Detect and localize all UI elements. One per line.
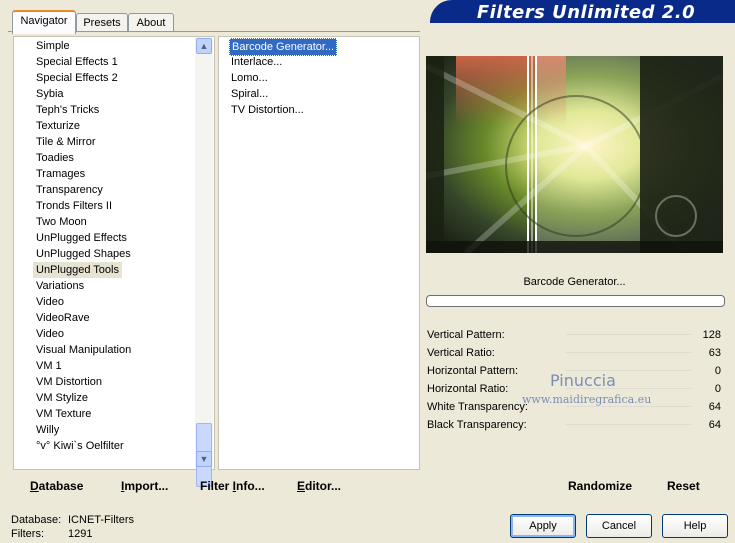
category-item[interactable]: VM 1 <box>36 358 62 374</box>
reset-button[interactable]: Reset <box>667 479 700 493</box>
cancel-button[interactable]: Cancel <box>586 514 652 538</box>
category-item[interactable]: Simple <box>36 38 70 54</box>
param-slider[interactable] <box>566 352 691 353</box>
category-item[interactable]: °v° Kiwi`s Oelfilter <box>36 438 124 454</box>
watermark-url: www.maidiregrafica.eu <box>522 393 652 406</box>
param-slider[interactable] <box>566 424 691 425</box>
filters-count: 1291 <box>68 528 93 540</box>
category-item[interactable]: Special Effects 1 <box>36 54 118 70</box>
category-item[interactable]: VM Distortion <box>36 374 102 390</box>
param-row[interactable]: Vertical Ratio: 63 <box>426 344 723 362</box>
app-title: Filters Unlimited 2.0 <box>476 2 696 23</box>
category-item[interactable]: VM Texture <box>36 406 91 422</box>
filter-item[interactable]: Spiral... <box>231 86 268 102</box>
param-label: White Transparency: <box>427 401 528 413</box>
tab-about[interactable]: About <box>128 13 174 32</box>
category-item[interactable]: Sybia <box>36 86 64 102</box>
editor-button[interactable]: Editor... <box>297 479 341 493</box>
param-slider[interactable] <box>566 406 691 407</box>
filter-name: Barcode Generator... <box>523 276 626 288</box>
category-item[interactable]: Video <box>36 326 64 342</box>
param-label: Vertical Pattern: <box>427 329 505 341</box>
category-list[interactable]: Simple Special Effects 1 Special Effects 2… <box>13 36 215 470</box>
filters-label: Filters: <box>11 528 44 540</box>
filter-list[interactable]: Barcode Generator... Interlace... Lomo... S… <box>218 36 420 470</box>
category-item[interactable]: Willy <box>36 422 59 438</box>
param-label: Horizontal Pattern: <box>427 365 519 377</box>
category-item[interactable]: Transparency <box>36 182 103 198</box>
watermark-name: Pinuccia <box>550 371 616 390</box>
param-value: 64 <box>708 401 721 413</box>
category-item[interactable]: Teph's Tricks <box>36 102 99 118</box>
scroll-down-icon[interactable]: ▼ <box>196 451 212 467</box>
category-item[interactable]: VideoRave <box>36 310 90 326</box>
import-button[interactable]: Import... <box>121 479 168 493</box>
category-item[interactable]: Tronds Filters II <box>36 198 112 214</box>
param-value: 128 <box>702 329 721 341</box>
category-item[interactable]: UnPlugged Tools <box>33 262 122 278</box>
param-value: 0 <box>714 365 721 377</box>
category-item[interactable]: Texturize <box>36 118 80 134</box>
category-item[interactable]: Tramages <box>36 166 85 182</box>
category-item[interactable]: Toadies <box>36 150 74 166</box>
database-button[interactable]: Database <box>30 479 83 493</box>
category-item[interactable]: UnPlugged Shapes <box>36 246 131 262</box>
apply-button[interactable]: Apply <box>510 514 576 538</box>
param-value: 0 <box>714 383 721 395</box>
param-value: 63 <box>708 347 721 359</box>
filter-info-button[interactable]: Filter Info... <box>200 479 265 493</box>
param-label: Vertical Ratio: <box>427 347 495 359</box>
filter-item[interactable]: Lomo... <box>231 70 268 86</box>
param-value: 64 <box>708 419 721 431</box>
category-scrollbar[interactable]: ▲ ▼ <box>195 37 213 487</box>
randomize-button[interactable]: Randomize <box>568 479 632 493</box>
category-item[interactable]: Two Moon <box>36 214 87 230</box>
category-item[interactable]: Video <box>36 294 64 310</box>
scroll-up-icon[interactable]: ▲ <box>196 38 212 54</box>
database-value: ICNET-Filters <box>68 514 134 526</box>
category-item[interactable]: Visual Manipulation <box>36 342 131 358</box>
database-label: Database: <box>11 514 62 526</box>
progress-bar <box>426 295 725 307</box>
param-label: Black Transparency: <box>427 419 527 431</box>
tab-navigator[interactable]: Navigator <box>12 10 76 34</box>
category-item[interactable]: VM Stylize <box>36 390 88 406</box>
tab-presets[interactable]: Presets <box>76 13 128 32</box>
category-item[interactable]: Special Effects 2 <box>36 70 118 86</box>
filter-item[interactable]: Interlace... <box>231 54 282 70</box>
preview-image <box>426 56 723 253</box>
category-item[interactable]: Tile & Mirror <box>36 134 95 150</box>
param-row[interactable]: Vertical Pattern: 128 <box>426 326 723 344</box>
filter-item[interactable]: TV Distortion... <box>231 102 304 118</box>
category-item[interactable]: Variations <box>36 278 84 294</box>
category-item[interactable]: UnPlugged Effects <box>36 230 127 246</box>
help-button[interactable]: Help <box>662 514 728 538</box>
param-label: Horizontal Ratio: <box>427 383 509 395</box>
param-slider[interactable] <box>566 334 691 335</box>
param-row[interactable]: Black Transparency: 64 <box>426 416 723 434</box>
